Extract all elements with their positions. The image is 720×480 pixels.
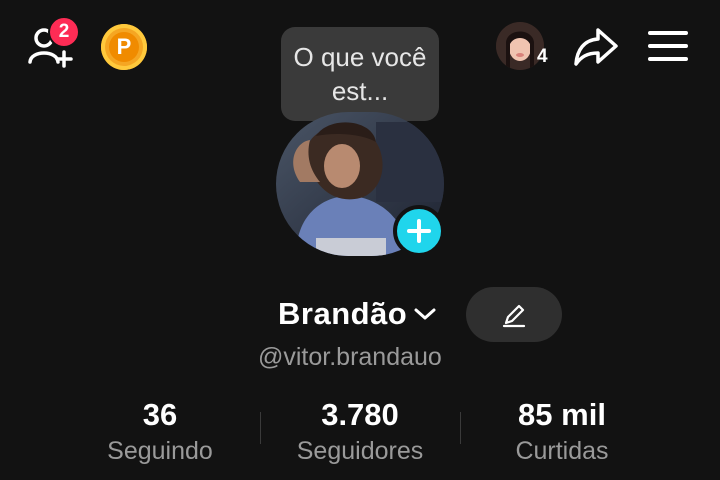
- stat-label: Seguindo: [107, 437, 213, 465]
- stat-following[interactable]: 36 Seguindo: [70, 396, 250, 468]
- account-switcher[interactable]: Brandão: [278, 296, 437, 332]
- stat-value: 3.780: [321, 397, 399, 432]
- share-arrow-icon: [574, 28, 618, 66]
- stat-value: 85 mil: [518, 397, 606, 432]
- pencil-icon: [502, 304, 526, 327]
- stat-followers[interactable]: 3.780 Seguidores: [270, 396, 450, 468]
- stat-divider: [460, 412, 461, 444]
- menu-button[interactable]: [647, 27, 689, 65]
- edit-profile-button[interactable]: [466, 287, 562, 342]
- display-name: Brandão: [278, 296, 408, 331]
- share-button[interactable]: [572, 24, 620, 68]
- username: @vitor.brandauo: [258, 343, 442, 371]
- status-bubble-text: O que você est...: [293, 42, 427, 106]
- hamburger-menu-icon: [648, 31, 688, 61]
- coin-letter: P: [116, 34, 132, 59]
- stat-divider: [260, 412, 261, 444]
- coin-icon: P: [109, 32, 139, 62]
- stat-value: 36: [142, 397, 178, 432]
- chevron-down-icon: [414, 308, 436, 320]
- stat-likes[interactable]: 85 mil Curtidas: [472, 396, 652, 468]
- coin-button[interactable]: P: [101, 24, 147, 70]
- status-bubble[interactable]: O que você est...: [281, 27, 439, 121]
- add-friend-button[interactable]: 2: [26, 16, 80, 70]
- story-count: 4: [537, 46, 548, 67]
- notification-badge: 2: [48, 16, 80, 48]
- plus-icon: [407, 219, 431, 243]
- stat-label: Curtidas: [515, 437, 609, 465]
- add-avatar-button[interactable]: [393, 205, 445, 257]
- stat-label: Seguidores: [296, 437, 424, 465]
